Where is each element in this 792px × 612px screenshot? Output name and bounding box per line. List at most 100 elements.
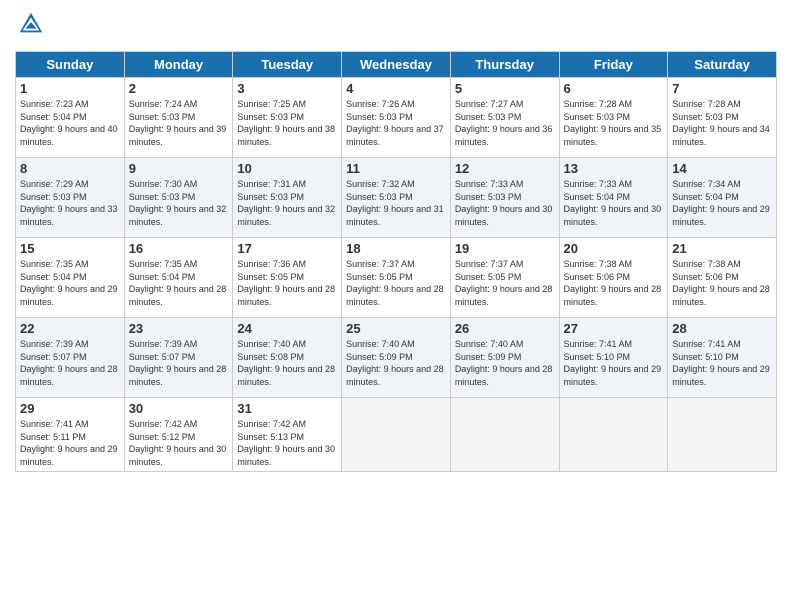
day-info: Sunrise: 7:40 AM Sunset: 5:09 PM Dayligh… bbox=[455, 338, 555, 388]
day-number: 21 bbox=[672, 241, 772, 256]
calendar-cell: 2 Sunrise: 7:24 AM Sunset: 5:03 PM Dayli… bbox=[124, 78, 233, 158]
day-number: 23 bbox=[129, 321, 229, 336]
calendar-table: SundayMondayTuesdayWednesdayThursdayFrid… bbox=[15, 51, 777, 472]
day-info: Sunrise: 7:41 AM Sunset: 5:10 PM Dayligh… bbox=[564, 338, 664, 388]
day-info: Sunrise: 7:42 AM Sunset: 5:12 PM Dayligh… bbox=[129, 418, 229, 468]
calendar-cell: 22 Sunrise: 7:39 AM Sunset: 5:07 PM Dayl… bbox=[16, 318, 125, 398]
logo bbox=[15, 10, 49, 43]
day-info: Sunrise: 7:33 AM Sunset: 5:04 PM Dayligh… bbox=[564, 178, 664, 228]
day-info: Sunrise: 7:42 AM Sunset: 5:13 PM Dayligh… bbox=[237, 418, 337, 468]
day-header-saturday: Saturday bbox=[668, 52, 777, 78]
calendar-cell bbox=[342, 398, 451, 472]
day-info: Sunrise: 7:35 AM Sunset: 5:04 PM Dayligh… bbox=[129, 258, 229, 308]
calendar-cell: 10 Sunrise: 7:31 AM Sunset: 5:03 PM Dayl… bbox=[233, 158, 342, 238]
day-header-thursday: Thursday bbox=[450, 52, 559, 78]
day-info: Sunrise: 7:28 AM Sunset: 5:03 PM Dayligh… bbox=[564, 98, 664, 148]
day-number: 29 bbox=[20, 401, 120, 416]
day-info: Sunrise: 7:36 AM Sunset: 5:05 PM Dayligh… bbox=[237, 258, 337, 308]
calendar-cell: 31 Sunrise: 7:42 AM Sunset: 5:13 PM Dayl… bbox=[233, 398, 342, 472]
calendar-cell: 8 Sunrise: 7:29 AM Sunset: 5:03 PM Dayli… bbox=[16, 158, 125, 238]
day-number: 4 bbox=[346, 81, 446, 96]
calendar-cell: 29 Sunrise: 7:41 AM Sunset: 5:11 PM Dayl… bbox=[16, 398, 125, 472]
day-header-friday: Friday bbox=[559, 52, 668, 78]
calendar-cell: 15 Sunrise: 7:35 AM Sunset: 5:04 PM Dayl… bbox=[16, 238, 125, 318]
day-info: Sunrise: 7:26 AM Sunset: 5:03 PM Dayligh… bbox=[346, 98, 446, 148]
calendar-cell: 6 Sunrise: 7:28 AM Sunset: 5:03 PM Dayli… bbox=[559, 78, 668, 158]
calendar-cell bbox=[450, 398, 559, 472]
day-number: 10 bbox=[237, 161, 337, 176]
day-number: 30 bbox=[129, 401, 229, 416]
calendar-cell: 18 Sunrise: 7:37 AM Sunset: 5:05 PM Dayl… bbox=[342, 238, 451, 318]
day-number: 3 bbox=[237, 81, 337, 96]
day-info: Sunrise: 7:30 AM Sunset: 5:03 PM Dayligh… bbox=[129, 178, 229, 228]
day-number: 15 bbox=[20, 241, 120, 256]
day-header-monday: Monday bbox=[124, 52, 233, 78]
day-number: 18 bbox=[346, 241, 446, 256]
header bbox=[15, 10, 777, 43]
calendar-cell: 26 Sunrise: 7:40 AM Sunset: 5:09 PM Dayl… bbox=[450, 318, 559, 398]
day-info: Sunrise: 7:40 AM Sunset: 5:09 PM Dayligh… bbox=[346, 338, 446, 388]
logo-icon bbox=[17, 10, 45, 38]
day-info: Sunrise: 7:38 AM Sunset: 5:06 PM Dayligh… bbox=[672, 258, 772, 308]
day-number: 11 bbox=[346, 161, 446, 176]
calendar-cell: 14 Sunrise: 7:34 AM Sunset: 5:04 PM Dayl… bbox=[668, 158, 777, 238]
calendar-cell: 20 Sunrise: 7:38 AM Sunset: 5:06 PM Dayl… bbox=[559, 238, 668, 318]
day-header-wednesday: Wednesday bbox=[342, 52, 451, 78]
calendar-cell: 12 Sunrise: 7:33 AM Sunset: 5:03 PM Dayl… bbox=[450, 158, 559, 238]
day-info: Sunrise: 7:25 AM Sunset: 5:03 PM Dayligh… bbox=[237, 98, 337, 148]
day-info: Sunrise: 7:33 AM Sunset: 5:03 PM Dayligh… bbox=[455, 178, 555, 228]
day-number: 13 bbox=[564, 161, 664, 176]
day-number: 20 bbox=[564, 241, 664, 256]
day-number: 19 bbox=[455, 241, 555, 256]
calendar-cell: 11 Sunrise: 7:32 AM Sunset: 5:03 PM Dayl… bbox=[342, 158, 451, 238]
day-number: 24 bbox=[237, 321, 337, 336]
day-number: 12 bbox=[455, 161, 555, 176]
day-info: Sunrise: 7:31 AM Sunset: 5:03 PM Dayligh… bbox=[237, 178, 337, 228]
calendar-cell: 19 Sunrise: 7:37 AM Sunset: 5:05 PM Dayl… bbox=[450, 238, 559, 318]
calendar-cell: 16 Sunrise: 7:35 AM Sunset: 5:04 PM Dayl… bbox=[124, 238, 233, 318]
day-header-tuesday: Tuesday bbox=[233, 52, 342, 78]
day-number: 6 bbox=[564, 81, 664, 96]
day-info: Sunrise: 7:23 AM Sunset: 5:04 PM Dayligh… bbox=[20, 98, 120, 148]
day-info: Sunrise: 7:38 AM Sunset: 5:06 PM Dayligh… bbox=[564, 258, 664, 308]
day-number: 25 bbox=[346, 321, 446, 336]
day-info: Sunrise: 7:39 AM Sunset: 5:07 PM Dayligh… bbox=[129, 338, 229, 388]
day-number: 16 bbox=[129, 241, 229, 256]
day-info: Sunrise: 7:37 AM Sunset: 5:05 PM Dayligh… bbox=[346, 258, 446, 308]
calendar-cell: 25 Sunrise: 7:40 AM Sunset: 5:09 PM Dayl… bbox=[342, 318, 451, 398]
calendar-cell: 9 Sunrise: 7:30 AM Sunset: 5:03 PM Dayli… bbox=[124, 158, 233, 238]
day-number: 31 bbox=[237, 401, 337, 416]
calendar-cell bbox=[668, 398, 777, 472]
calendar-cell: 24 Sunrise: 7:40 AM Sunset: 5:08 PM Dayl… bbox=[233, 318, 342, 398]
day-number: 1 bbox=[20, 81, 120, 96]
day-info: Sunrise: 7:41 AM Sunset: 5:11 PM Dayligh… bbox=[20, 418, 120, 468]
day-number: 5 bbox=[455, 81, 555, 96]
day-info: Sunrise: 7:28 AM Sunset: 5:03 PM Dayligh… bbox=[672, 98, 772, 148]
day-number: 26 bbox=[455, 321, 555, 336]
calendar-cell: 1 Sunrise: 7:23 AM Sunset: 5:04 PM Dayli… bbox=[16, 78, 125, 158]
day-info: Sunrise: 7:35 AM Sunset: 5:04 PM Dayligh… bbox=[20, 258, 120, 308]
calendar-cell: 23 Sunrise: 7:39 AM Sunset: 5:07 PM Dayl… bbox=[124, 318, 233, 398]
day-info: Sunrise: 7:37 AM Sunset: 5:05 PM Dayligh… bbox=[455, 258, 555, 308]
day-number: 2 bbox=[129, 81, 229, 96]
calendar-cell: 13 Sunrise: 7:33 AM Sunset: 5:04 PM Dayl… bbox=[559, 158, 668, 238]
day-info: Sunrise: 7:32 AM Sunset: 5:03 PM Dayligh… bbox=[346, 178, 446, 228]
day-number: 28 bbox=[672, 321, 772, 336]
day-info: Sunrise: 7:41 AM Sunset: 5:10 PM Dayligh… bbox=[672, 338, 772, 388]
day-number: 9 bbox=[129, 161, 229, 176]
day-info: Sunrise: 7:27 AM Sunset: 5:03 PM Dayligh… bbox=[455, 98, 555, 148]
calendar-cell: 27 Sunrise: 7:41 AM Sunset: 5:10 PM Dayl… bbox=[559, 318, 668, 398]
calendar-cell: 28 Sunrise: 7:41 AM Sunset: 5:10 PM Dayl… bbox=[668, 318, 777, 398]
calendar-cell: 7 Sunrise: 7:28 AM Sunset: 5:03 PM Dayli… bbox=[668, 78, 777, 158]
day-info: Sunrise: 7:39 AM Sunset: 5:07 PM Dayligh… bbox=[20, 338, 120, 388]
day-info: Sunrise: 7:29 AM Sunset: 5:03 PM Dayligh… bbox=[20, 178, 120, 228]
day-header-sunday: Sunday bbox=[16, 52, 125, 78]
calendar-cell: 17 Sunrise: 7:36 AM Sunset: 5:05 PM Dayl… bbox=[233, 238, 342, 318]
calendar-container: SundayMondayTuesdayWednesdayThursdayFrid… bbox=[0, 0, 792, 612]
day-info: Sunrise: 7:24 AM Sunset: 5:03 PM Dayligh… bbox=[129, 98, 229, 148]
day-info: Sunrise: 7:34 AM Sunset: 5:04 PM Dayligh… bbox=[672, 178, 772, 228]
day-number: 17 bbox=[237, 241, 337, 256]
day-number: 22 bbox=[20, 321, 120, 336]
day-info: Sunrise: 7:40 AM Sunset: 5:08 PM Dayligh… bbox=[237, 338, 337, 388]
day-number: 7 bbox=[672, 81, 772, 96]
